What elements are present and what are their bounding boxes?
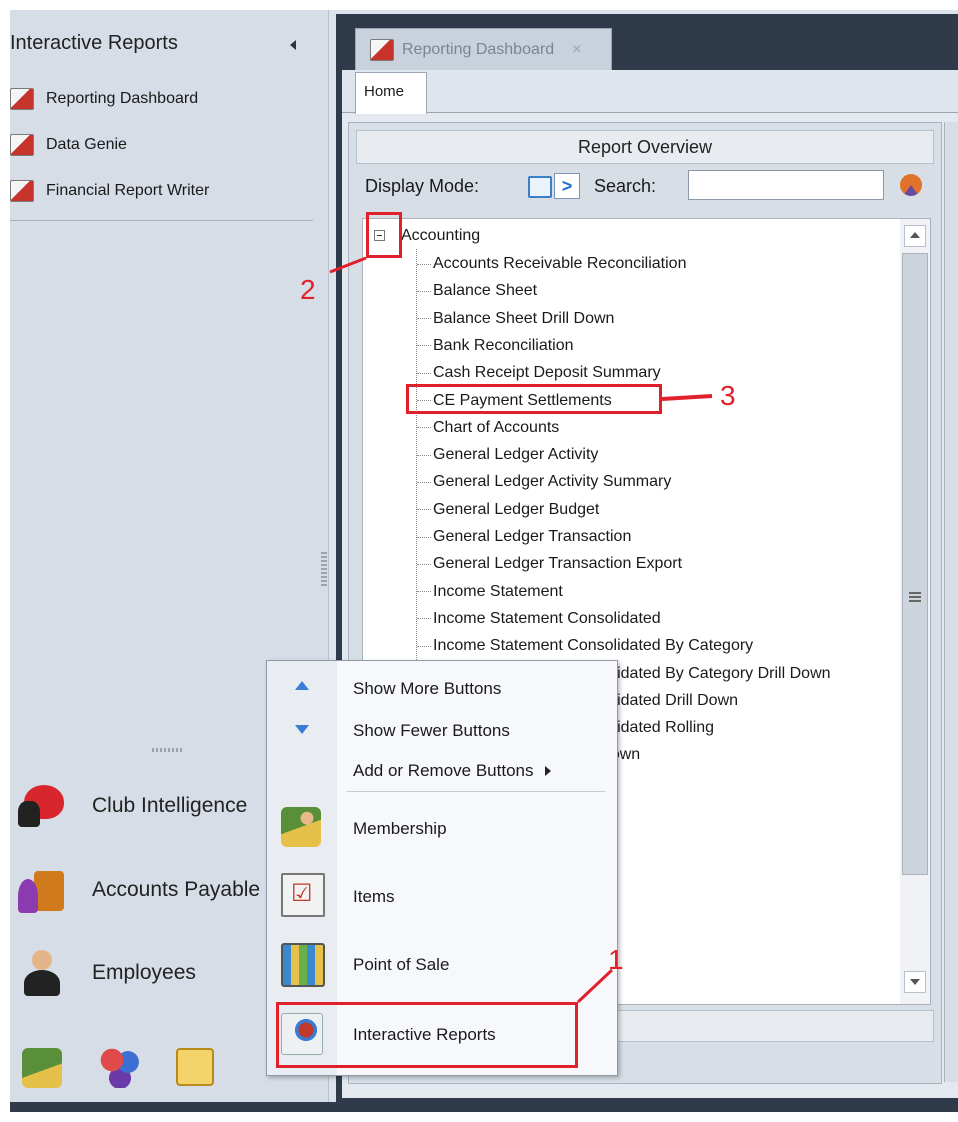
nav-button-club-intelligence[interactable]: Club Intelligence xyxy=(16,778,247,834)
report-icon xyxy=(370,39,394,61)
report-icon xyxy=(10,88,34,110)
nav-item-label: Reporting Dashboard xyxy=(46,90,199,107)
nav-button-label: Employees xyxy=(92,961,196,984)
display-mode-tree-icon[interactable]: > xyxy=(554,173,580,199)
tree-item[interactable]: General Ledger Activity Summary xyxy=(417,469,671,495)
nav-button-accounts-payable[interactable]: Accounts Payable xyxy=(16,862,260,918)
tree-item[interactable]: General Ledger Activity xyxy=(417,442,598,468)
pane-splitter-grip[interactable] xyxy=(321,550,327,586)
annotation-number-1: 1 xyxy=(608,944,624,975)
menu-separator xyxy=(347,791,605,792)
status-strip xyxy=(10,1102,958,1112)
menu-item-add-remove-buttons[interactable]: Add or Remove Buttons xyxy=(353,751,552,791)
membership-small-icon[interactable] xyxy=(22,1048,62,1088)
point-of-sale-icon xyxy=(281,943,325,987)
adjacent-panel-edge xyxy=(944,122,958,1082)
display-mode-label: Display Mode: xyxy=(365,176,480,196)
scroll-grip-icon xyxy=(909,592,921,602)
tree-item[interactable]: General Ledger Budget xyxy=(417,497,599,523)
tree-item[interactable]: Chart of Accounts xyxy=(417,415,559,441)
nav-separator xyxy=(10,220,313,221)
report-icon xyxy=(10,134,34,156)
panel-title: Report Overview xyxy=(356,130,934,164)
close-icon[interactable]: × xyxy=(572,41,581,59)
report-icon xyxy=(10,180,34,202)
tree-item[interactable]: Accounts Receivable Reconciliation xyxy=(417,251,686,277)
annotation-box-1 xyxy=(276,1002,578,1068)
nav-button-label: Accounts Payable xyxy=(92,878,261,901)
search-label: Search: xyxy=(594,176,657,196)
nav-item-reporting-dashboard[interactable]: Reporting Dashboard xyxy=(10,86,198,112)
menu-item-show-more-buttons[interactable]: Show More Buttons xyxy=(353,669,501,709)
tree-item[interactable]: Income Statement Consolidated By Categor… xyxy=(417,633,753,659)
tree-item[interactable]: Balance Sheet xyxy=(417,278,537,304)
tree-item[interactable]: Income Statement xyxy=(417,579,563,605)
nav-button-employees[interactable]: Employees xyxy=(16,945,196,1001)
scroll-thumb[interactable] xyxy=(902,253,928,875)
tree-item[interactable]: General Ledger Transaction xyxy=(417,524,631,550)
arrow-up-icon xyxy=(295,681,309,690)
nav-button-label: Club Intelligence xyxy=(92,794,248,817)
scroll-up-button[interactable] xyxy=(904,225,926,247)
refresh-icon[interactable] xyxy=(900,174,922,196)
nav-item-label: Data Genie xyxy=(46,136,127,153)
menu-item-items[interactable]: Items xyxy=(353,877,395,917)
nav-item-financial-report-writer[interactable]: Financial Report Writer xyxy=(10,178,209,204)
checklist-icon xyxy=(281,873,325,917)
club-intelligence-icon xyxy=(16,781,72,831)
button-area-resize-grip[interactable] xyxy=(152,748,184,752)
annotation-number-3: 3 xyxy=(720,380,736,411)
collapse-pane-icon[interactable] xyxy=(290,40,296,50)
tree-item[interactable]: Balance Sheet Drill Down xyxy=(417,306,614,332)
annotation-number-2: 2 xyxy=(300,274,316,305)
accounts-payable-icon xyxy=(16,865,72,915)
tree-scrollbar[interactable] xyxy=(900,218,931,1005)
tree-item[interactable]: General Ledger Transaction Export xyxy=(417,551,682,577)
arrow-down-icon xyxy=(295,725,309,734)
nav-pane-header: Interactive Reports xyxy=(10,32,178,54)
scroll-down-button[interactable] xyxy=(904,971,926,993)
annotation-box-3 xyxy=(406,384,662,414)
tree-node-accounting[interactable]: Accounting xyxy=(401,227,480,245)
submenu-arrow-icon xyxy=(545,766,552,776)
nav-item-label: Financial Report Writer xyxy=(46,182,210,199)
employees-icon xyxy=(16,948,72,998)
menu-item-show-fewer-buttons[interactable]: Show Fewer Buttons xyxy=(353,711,510,751)
membership-icon xyxy=(281,807,321,847)
tree-item[interactable]: Cash Receipt Deposit Summary xyxy=(417,360,661,386)
nav-item-data-genie[interactable]: Data Genie xyxy=(10,132,127,158)
annotation-box-2 xyxy=(366,212,402,258)
display-mode-list-icon[interactable] xyxy=(528,176,552,198)
document-tab-label: Reporting Dashboard xyxy=(402,41,555,58)
menu-item-membership[interactable]: Membership xyxy=(353,809,447,849)
tree-item[interactable]: Bank Reconciliation xyxy=(417,333,574,359)
groups-small-icon[interactable] xyxy=(100,1048,140,1088)
tab-home[interactable]: Home xyxy=(355,72,427,114)
tree-item[interactable]: Income Statement Consolidated xyxy=(417,606,661,632)
tab-reporting-dashboard[interactable]: Reporting Dashboard × xyxy=(355,28,612,71)
report-toolbar: Display Mode: > Search: xyxy=(356,168,932,208)
menu-item-point-of-sale[interactable]: Point of Sale xyxy=(353,945,449,985)
search-input[interactable] xyxy=(688,170,884,200)
menu-item-label: Add or Remove Buttons xyxy=(353,761,534,780)
inner-tab-strip xyxy=(342,70,958,113)
time-clock-small-icon[interactable] xyxy=(176,1048,214,1086)
